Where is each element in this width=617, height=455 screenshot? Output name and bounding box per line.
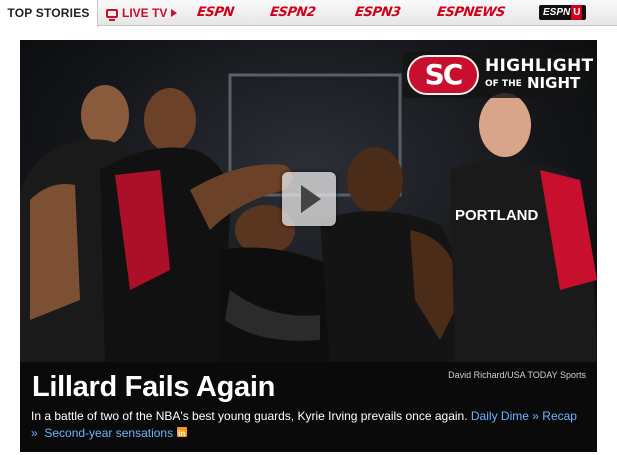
story-headline[interactable]: Lillard Fails Again xyxy=(32,371,275,404)
hero-story: PORTLAND SC HIGHLIGHT OF THE NIGHT David… xyxy=(20,40,597,452)
tab-live-tv[interactable]: LIVE TV xyxy=(106,0,178,26)
logo-espn3-link[interactable]: ESPN3 xyxy=(353,0,402,26)
highlight-of-the-night-badge: SC HIGHLIGHT OF THE NIGHT xyxy=(403,52,593,98)
hero-photo[interactable]: PORTLAND SC HIGHLIGHT OF THE NIGHT xyxy=(20,40,597,362)
second-year-link[interactable]: » Second-year sensations xyxy=(31,426,173,440)
player-head-shape xyxy=(81,85,129,145)
recap-link[interactable]: Recap xyxy=(542,409,577,423)
sportscenter-logo: SC xyxy=(407,55,479,95)
player-head-shape xyxy=(479,93,531,157)
logo-espnu-letter: U xyxy=(571,5,583,20)
story-dek-text: In a battle of two of the NBA's best you… xyxy=(31,409,468,423)
logo-espn-link[interactable]: ESPN xyxy=(195,0,235,26)
tab-live-tv-label: LIVE TV xyxy=(122,6,168,20)
highlight-badge-line2: OF THE NIGHT xyxy=(485,75,593,93)
player-head-shape xyxy=(144,88,196,152)
highlight-badge-line1: HIGHLIGHT xyxy=(485,56,594,76)
highlight-badge-text: HIGHLIGHT OF THE NIGHT xyxy=(485,58,593,93)
daily-dime-link[interactable]: Daily Dime » xyxy=(471,409,539,423)
arrow-icon: » xyxy=(31,426,38,440)
logo-espn2-link[interactable]: ESPN2 xyxy=(268,0,317,26)
tab-top-stories[interactable]: TOP STORIES xyxy=(0,0,98,27)
highlight-badge-night: NIGHT xyxy=(527,74,581,92)
logo-espn2-label: ESPN2 xyxy=(269,5,317,20)
tv-icon xyxy=(106,9,118,21)
insider-icon xyxy=(177,425,188,442)
play-arrow-icon xyxy=(171,9,178,17)
tab-top-stories-label: TOP STORIES xyxy=(7,6,90,20)
logo-espn-label: ESPN xyxy=(196,5,235,20)
jersey-text: PORTLAND xyxy=(455,207,538,224)
story-dek: In a battle of two of the NBA's best you… xyxy=(31,408,591,442)
photo-credit: David Richard/USA TODAY Sports xyxy=(448,370,586,380)
second-year-label: Second-year sensations xyxy=(44,426,174,440)
logo-espnews-link[interactable]: ESPNEWS xyxy=(435,0,506,26)
logo-espnews-label: ESPNEWS xyxy=(436,5,506,20)
daily-dime-label: Daily Dime xyxy=(470,409,529,423)
top-nav: TOP STORIES LIVE TV ESPN ESPN2 ESPN3 ESP… xyxy=(0,0,617,27)
highlight-badge-of-the: OF THE xyxy=(485,79,522,89)
logo-espn3-label: ESPN3 xyxy=(354,5,402,20)
video-play-button[interactable] xyxy=(282,172,336,226)
arrow-icon: » xyxy=(532,409,539,423)
logo-espnu-label: ESPN xyxy=(543,7,571,18)
player-head-shape xyxy=(347,147,403,213)
logo-espnu-link[interactable]: ESPN U xyxy=(539,5,587,20)
player-arm-shape xyxy=(30,184,80,320)
